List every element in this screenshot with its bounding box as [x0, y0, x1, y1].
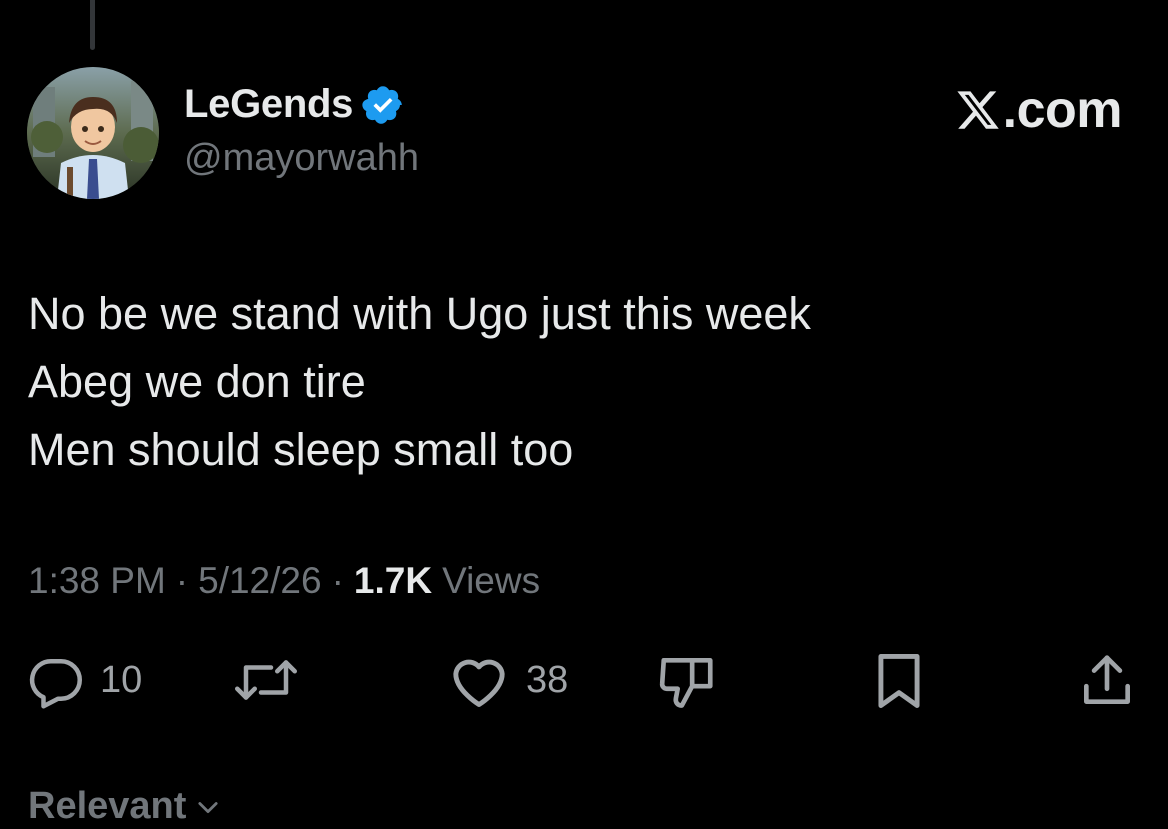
- reply-sort-dropdown[interactable]: Relevant: [28, 785, 222, 828]
- author-display-name[interactable]: LeGends: [184, 82, 353, 127]
- reply-sort-label: Relevant: [28, 785, 187, 827]
- bookmark-icon: [878, 654, 920, 708]
- meta-separator: ·: [175, 560, 189, 601]
- bookmark-button[interactable]: [870, 650, 928, 712]
- tweet-detail-page: LeGends @mayorwahh .com No be we stand w…: [0, 0, 1168, 829]
- thread-connector-line: [90, 0, 95, 50]
- tweet-action-bar: 10 38: [0, 650, 1168, 720]
- like-count: 38: [526, 658, 569, 701]
- tweet-text-line: Men should sleep small too: [28, 424, 574, 475]
- tweet-date[interactable]: 5/12/26: [198, 560, 321, 602]
- repost-icon: [235, 660, 297, 700]
- meta-separator: ·: [331, 560, 344, 601]
- dislike-button[interactable]: [656, 650, 718, 712]
- chevron-down-icon: [198, 801, 218, 813]
- verified-badge-icon[interactable]: [361, 83, 405, 127]
- tweet-metadata: 1:38 PM · 5/12/26 · 1.7K Views: [28, 560, 540, 602]
- x-com-watermark: .com: [955, 80, 1123, 140]
- repost-button[interactable]: [230, 650, 302, 710]
- thumbs-down-icon: [659, 658, 713, 708]
- share-icon: [1084, 655, 1130, 704]
- views-count[interactable]: 1.7K: [354, 560, 432, 602]
- reply-button[interactable]: 10: [26, 650, 142, 710]
- author-handle[interactable]: @mayorwahh: [184, 137, 419, 180]
- avatar[interactable]: [27, 67, 159, 199]
- reply-count: 10: [100, 658, 143, 701]
- author-name-row[interactable]: LeGends: [184, 82, 405, 127]
- avatar-illustration: [27, 67, 159, 199]
- views-label[interactable]: Views: [442, 560, 540, 602]
- share-button[interactable]: [1076, 650, 1138, 712]
- tweet-text: No be we stand with Ugo just this week A…: [28, 280, 1128, 484]
- tweet-text-line: No be we stand with Ugo just this week: [28, 288, 811, 339]
- brand-domain-label: .com: [1002, 81, 1123, 139]
- tweet-text-line: Abeg we don tire: [28, 356, 366, 407]
- tweet-time[interactable]: 1:38 PM: [28, 560, 166, 602]
- x-logo-icon: [957, 91, 999, 129]
- like-button[interactable]: 38: [446, 650, 568, 710]
- reply-icon: [29, 658, 82, 709]
- heart-icon: [453, 659, 505, 707]
